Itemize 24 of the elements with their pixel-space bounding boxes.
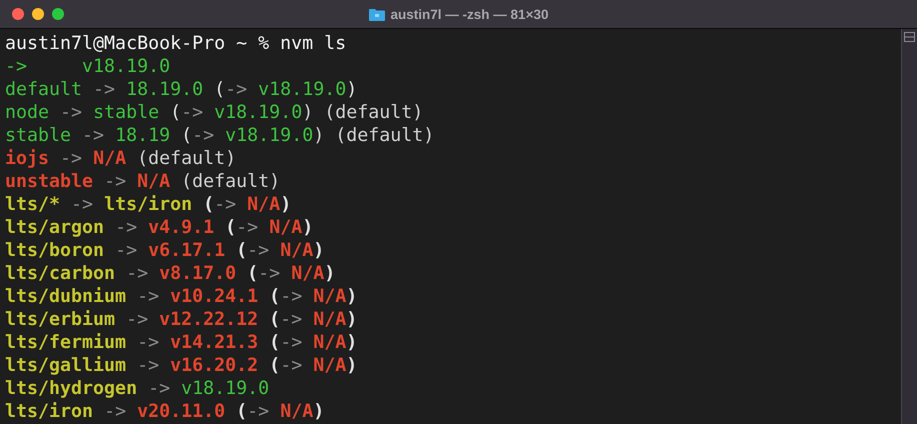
scrollbar[interactable] (901, 29, 917, 424)
terminal-line: stable -> 18.19 (-> v18.19.0) (default) (5, 124, 434, 147)
terminal-line: iojs -> N/A (default) (5, 147, 236, 170)
terminal-line: default -> 18.19.0 (-> v18.19.0) (5, 78, 358, 101)
window-title: austin7l — -zsh — 81×30 (390, 6, 548, 22)
terminal-line: lts/iron -> v20.11.0 (-> N/A) (5, 400, 324, 423)
terminal-line: lts/erbium -> v12.22.12 (-> N/A) (5, 308, 358, 331)
split-pane-icon[interactable] (904, 32, 915, 42)
terminal-line: lts/carbon -> v8.17.0 (-> N/A) (5, 262, 336, 285)
close-button[interactable] (12, 8, 24, 20)
zoom-button[interactable] (52, 8, 64, 20)
terminal-line: lts/boron -> v6.17.1 (-> N/A) (5, 239, 324, 262)
terminal-line: lts/dubnium -> v10.24.1 (-> N/A) (5, 285, 358, 308)
terminal-line: lts/hydrogen -> v18.19.0 (5, 377, 270, 400)
terminal-line: node -> stable (-> v18.19.0) (default) (5, 101, 424, 124)
terminal-line: lts/argon -> v4.9.1 (-> N/A) (5, 216, 314, 239)
terminal-line: lts/* -> lts/iron (-> N/A) (5, 193, 292, 216)
folder-icon (368, 8, 385, 20)
terminal-line: -> v18.19.0 (5, 55, 170, 78)
terminal-line: lts/gallium -> v16.20.2 (-> N/A) (5, 354, 358, 377)
terminal-line: unstable -> N/A (default) (5, 170, 280, 193)
minimize-button[interactable] (32, 8, 44, 20)
terminal-line: lts/fermium -> v14.21.3 (-> N/A) (5, 331, 358, 354)
terminal-line: austin7l@MacBook-Pro ~ % nvm ls (5, 32, 346, 55)
